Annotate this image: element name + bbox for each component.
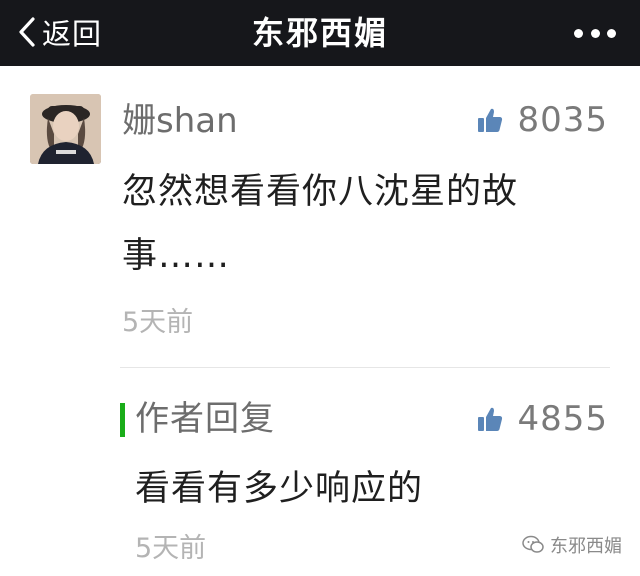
author-reply-marker: [120, 403, 125, 437]
avatar[interactable]: [30, 94, 101, 164]
author-reply-label: 作者回复: [135, 399, 275, 439]
comment-timestamp: 5天前: [122, 307, 194, 338]
more-dots-icon: [607, 28, 616, 38]
wechat-official-account-icon: [522, 535, 544, 553]
more-dots-icon: [590, 28, 600, 38]
reply-like-count: 4855: [517, 399, 608, 439]
author-reply-text: 看看有多少响应的: [135, 469, 424, 509]
page-title: 东邪西媚: [251, 14, 388, 52]
article-comments-page: 返回 东邪西媚 姗shan 8035 忽然想看看你八沈星的故事…… 5天前 作者…: [0, 0, 640, 576]
divider: [120, 367, 610, 368]
more-options-button[interactable]: [574, 18, 616, 48]
navigation-bar: 返回 东邪西媚: [0, 0, 640, 66]
avatar-image: [30, 94, 101, 164]
comment-like-count: 8035: [517, 100, 608, 140]
thumbs-up-icon: [478, 108, 503, 132]
more-dots-icon: [574, 28, 583, 38]
comment-like-button[interactable]: 8035: [477, 98, 608, 142]
reply-timestamp: 5天前: [135, 533, 207, 564]
thumbs-up-icon: [478, 407, 503, 431]
watermark: 东邪西媚: [522, 530, 622, 560]
watermark-text: 东邪西媚: [550, 536, 622, 557]
commenter-nickname[interactable]: 姗shan: [122, 98, 238, 144]
reply-like-button[interactable]: 4855: [477, 397, 608, 441]
comment-text: 忽然想看看你八沈星的故事……: [122, 172, 519, 276]
